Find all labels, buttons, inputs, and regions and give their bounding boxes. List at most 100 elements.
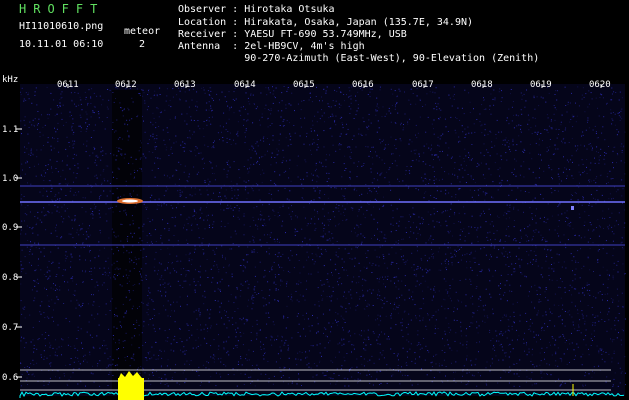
noise-pixel [577,199,579,201]
noise-pixel [548,167,550,169]
noise-pixel [469,154,471,156]
noise-pixel [80,131,82,132]
noise-pixel [408,341,410,343]
noise-pixel [567,311,569,313]
noise-pixel [210,162,212,164]
noise-pixel [318,218,319,220]
noise-pixel [317,186,318,188]
noise-pixel [445,317,447,319]
noise-pixel [547,218,549,220]
noise-pixel [344,322,346,323]
noise-pixel [466,261,467,263]
noise-pixel [74,290,76,292]
noise-pixel [428,200,430,202]
noise-pixel [148,353,150,355]
noise-pixel [57,138,59,140]
noise-pixel [273,375,275,377]
noise-pixel [537,131,539,133]
noise-pixel [287,257,289,259]
noise-pixel [578,105,580,107]
noise-pixel [47,169,49,170]
noise-pixel [432,256,434,258]
noise-pixel [91,337,93,338]
noise-pixel [338,210,340,212]
noise-pixel [332,286,334,288]
noise-pixel [79,363,81,365]
noise-pixel [154,229,156,231]
noise-pixel [590,92,592,94]
noise-pixel [107,257,109,259]
noise-pixel [271,269,273,271]
noise-pixel [153,139,155,141]
noise-pixel [257,228,259,230]
noise-pixel [55,284,56,286]
noise-pixel [531,240,533,242]
noise-pixel [133,169,135,171]
noise-pixel [608,307,610,309]
noise-pixel [219,311,221,313]
noise-pixel [480,300,482,301]
noise-pixel [368,125,370,127]
noise-pixel [204,144,206,146]
noise-pixel [493,89,495,91]
noise-pixel [594,336,595,337]
noise-pixel [377,120,379,122]
noise-pixel [331,113,333,115]
noise-pixel [67,384,69,386]
noise-pixel [167,131,169,133]
noise-pixel [236,288,238,290]
noise-pixel [427,116,429,118]
noise-pixel [243,215,245,217]
noise-pixel [313,142,315,144]
noise-pixel [265,312,267,314]
noise-pixel [64,269,66,271]
noise-pixel [509,207,511,208]
noise-pixel [490,254,491,256]
noise-pixel [416,95,418,97]
noise-pixel [468,92,470,94]
noise-pixel [611,198,612,200]
noise-pixel [498,359,500,361]
noise-pixel [26,246,28,248]
noise-pixel [622,146,624,148]
noise-pixel [194,193,196,195]
noise-pixel [237,308,239,310]
noise-pixel [531,384,533,386]
noise-pixel [40,313,42,315]
noise-pixel [496,153,498,155]
noise-pixel [540,274,542,276]
noise-pixel [119,210,121,212]
noise-pixel [475,358,477,360]
noise-pixel [283,344,285,346]
noise-pixel [356,110,358,112]
noise-pixel [534,232,536,233]
noise-pixel [273,182,275,184]
noise-pixel [125,312,127,314]
noise-pixel [554,144,556,146]
noise-pixel [437,136,439,138]
noise-pixel [185,350,187,351]
noise-pixel [158,262,160,264]
noise-pixel [160,237,162,239]
noise-pixel [30,152,32,154]
noise-pixel [206,206,207,208]
noise-pixel [186,239,188,241]
noise-pixel [272,102,274,104]
noise-pixel [360,133,362,135]
noise-pixel [448,260,449,262]
noise-pixel [356,224,358,226]
noise-pixel [153,117,155,119]
noise-pixel [251,308,253,310]
noise-pixel [234,311,236,312]
noise-pixel [30,183,32,185]
noise-pixel [378,291,380,293]
noise-pixel [561,319,563,321]
noise-pixel [373,178,375,180]
noise-pixel [306,259,308,261]
noise-pixel [551,127,553,129]
noise-pixel [72,372,74,374]
noise-pixel [576,115,578,117]
noise-pixel [133,353,135,355]
noise-pixel [315,164,317,166]
noise-pixel [131,344,133,346]
